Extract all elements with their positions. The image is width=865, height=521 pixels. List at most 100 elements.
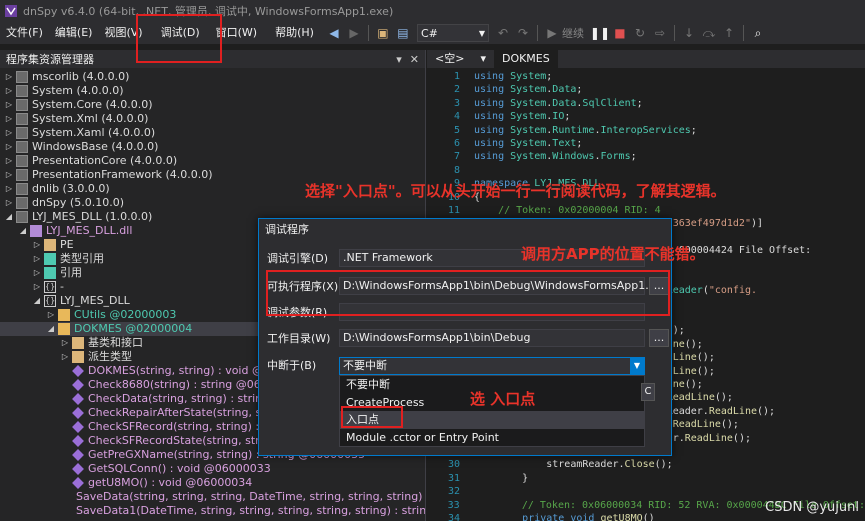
- working-directory-label: 工作目录(W): [267, 332, 331, 345]
- tree-item-windowsbase[interactable]: ▷ WindowsBase (4.0.0.0): [0, 140, 425, 154]
- code-text: }: [474, 472, 529, 484]
- code-line[interactable]: 31 }: [427, 472, 865, 485]
- assembly-icon: [16, 99, 28, 111]
- undo-icon[interactable]: ↶: [494, 24, 512, 42]
- tree-item-label: DOKMES @02000004: [74, 322, 193, 335]
- expand-icon[interactable]: ▷: [4, 182, 14, 196]
- close-icon[interactable]: ✕: [410, 53, 419, 66]
- code-line[interactable]: 5 using System.Runtime.InteropServices;: [427, 124, 865, 137]
- code-text: using System.Data;: [474, 84, 583, 96]
- expand-icon[interactable]: ▷: [4, 168, 14, 182]
- code-line[interactable]: 11 // Token: 0x02000004 RID: 4: [427, 204, 865, 217]
- expand-icon[interactable]: ▷: [4, 126, 14, 140]
- option-module-cctor[interactable]: Module .cctor or Entry Point: [340, 429, 644, 447]
- pause-icon[interactable]: ❚❚: [590, 24, 610, 42]
- save-all-icon[interactable]: ▤: [394, 24, 412, 42]
- code-line[interactable]: 2 using System.Data;: [427, 83, 865, 96]
- collapse-icon[interactable]: ◢: [4, 210, 14, 224]
- line-number: 3: [453, 97, 460, 109]
- tree-item-label: 引用: [60, 266, 82, 279]
- collapse-icon[interactable]: ◢: [32, 294, 42, 308]
- code-line[interactable]: 32: [427, 485, 865, 498]
- code-line[interactable]: 6 using System.Text;: [427, 137, 865, 150]
- method-icon: [72, 379, 84, 391]
- expand-icon[interactable]: ▷: [60, 350, 70, 364]
- expand-icon[interactable]: ▷: [4, 84, 14, 98]
- expand-icon[interactable]: ▷: [4, 140, 14, 154]
- assembly-icon: [16, 113, 28, 125]
- code-line[interactable]: 8: [427, 164, 865, 177]
- code-line[interactable]: 3 using System.Data.SqlClient;: [427, 97, 865, 110]
- expand-icon[interactable]: ▷: [32, 266, 42, 280]
- tree-item-label: LYJ_MES_DLL: [60, 294, 130, 307]
- tree-item-system-core[interactable]: ▷ System.Core (4.0.0.0): [0, 98, 425, 112]
- tree-item-presentationcore[interactable]: ▷ PresentationCore (4.0.0.0): [0, 154, 425, 168]
- method-icon: [72, 421, 84, 433]
- code-line[interactable]: 7 using System.Windows.Forms;: [427, 150, 865, 163]
- menu-file[interactable]: 文件(F): [0, 22, 49, 44]
- code-text: using System.Text;: [474, 137, 583, 149]
- menu-help[interactable]: 帮助(H): [269, 22, 320, 44]
- expand-icon[interactable]: ▷: [4, 70, 14, 84]
- toolbar-separator: [536, 25, 538, 41]
- tab-dropdown-icon[interactable]: ▾: [472, 50, 494, 68]
- code-line[interactable]: 4 using System.IO;: [427, 110, 865, 123]
- tree-item-label: 派生类型: [88, 350, 132, 363]
- continue-label[interactable]: 继续: [562, 25, 584, 41]
- expand-icon[interactable]: ▷: [32, 238, 42, 252]
- tree-item-label: PresentationFramework (4.0.0.0): [32, 168, 213, 181]
- tab-dokmes[interactable]: DOKMES: [493, 50, 558, 68]
- code-text: using System.IO;: [474, 111, 571, 123]
- redo-icon[interactable]: ↷: [514, 24, 532, 42]
- expand-icon[interactable]: ▷: [46, 308, 56, 322]
- browse-directory-button[interactable]: ...: [649, 329, 669, 347]
- step-out-icon[interactable]: ↑: [720, 24, 738, 42]
- tree-item-label: WindowsBase (4.0.0.0): [32, 140, 159, 153]
- search-icon[interactable]: ⌕: [749, 24, 767, 42]
- tree-item-method[interactable]: getU8MO() : void @06000034: [0, 476, 425, 490]
- toolbar-separator: [673, 25, 675, 41]
- line-number: 32: [447, 486, 460, 498]
- tree-item-system-xaml[interactable]: ▷ System.Xaml (4.0.0.0): [0, 126, 425, 140]
- tree-item-method[interactable]: SaveData(string, string, string, DateTim…: [0, 490, 425, 504]
- tree-item-method[interactable]: SaveData1(DateTime, string, string, stri…: [0, 504, 425, 518]
- tree-item-label: getU8MO() : void @06000034: [88, 476, 253, 489]
- collapse-icon[interactable]: ◢: [18, 224, 28, 238]
- tab-empty[interactable]: <空>: [427, 50, 472, 68]
- tree-item-mscorlib[interactable]: ▷ mscorlib (4.0.0.0): [0, 70, 425, 84]
- code-line[interactable]: 30 streamReader.Close();: [427, 458, 865, 471]
- navigate-forward-icon[interactable]: ▶: [345, 24, 363, 42]
- expand-icon[interactable]: ▷: [60, 336, 70, 350]
- expand-icon[interactable]: ▷: [32, 252, 42, 266]
- working-directory-input[interactable]: D:\WindowsFormsApp1\bin\Debug: [339, 329, 645, 347]
- navigate-back-icon[interactable]: ◀: [325, 24, 343, 42]
- dialog-ok-button[interactable]: C: [641, 383, 655, 401]
- tree-item-system-xml[interactable]: ▷ System.Xml (4.0.0.0): [0, 112, 425, 126]
- line-number: 2: [453, 84, 460, 96]
- code-line[interactable]: 1 using System;: [427, 70, 865, 83]
- show-next-statement-icon[interactable]: ⇨: [651, 24, 669, 42]
- restart-icon[interactable]: ↻: [631, 24, 649, 42]
- expand-icon[interactable]: ▷: [4, 98, 14, 112]
- collapse-icon[interactable]: ◢: [46, 322, 56, 336]
- stop-icon[interactable]: ■: [611, 24, 629, 42]
- tree-item-method[interactable]: GetSQLConn() : void @06000033: [0, 462, 425, 476]
- expand-icon[interactable]: ▷: [4, 112, 14, 126]
- step-into-icon[interactable]: ↓: [680, 24, 698, 42]
- expand-icon[interactable]: ▷: [4, 154, 14, 168]
- annotation-note-select-entry: 选 入口点: [470, 390, 536, 408]
- code-text: using System.Data.SqlClient;: [474, 97, 643, 109]
- continue-icon[interactable]: ▶: [543, 24, 561, 42]
- panel-dropdown-icon[interactable]: ▾: [396, 53, 402, 66]
- chevron-down-icon[interactable]: ▼: [630, 358, 644, 374]
- open-folder-icon[interactable]: ▣: [374, 24, 392, 42]
- language-select[interactable]: C# ▼: [416, 24, 489, 42]
- menu-edit[interactable]: 编辑(E): [49, 22, 99, 44]
- tree-item-system[interactable]: ▷ System (4.0.0.0): [0, 84, 425, 98]
- expand-icon[interactable]: ▷: [32, 280, 42, 294]
- step-over-icon[interactable]: ⤼: [700, 24, 718, 42]
- break-at-select[interactable]: 不要中断 ▼: [339, 357, 645, 375]
- code-text: using System.Runtime.InteropServices;: [474, 124, 697, 136]
- expand-icon[interactable]: ▷: [4, 196, 14, 210]
- assembly-icon: [16, 169, 28, 181]
